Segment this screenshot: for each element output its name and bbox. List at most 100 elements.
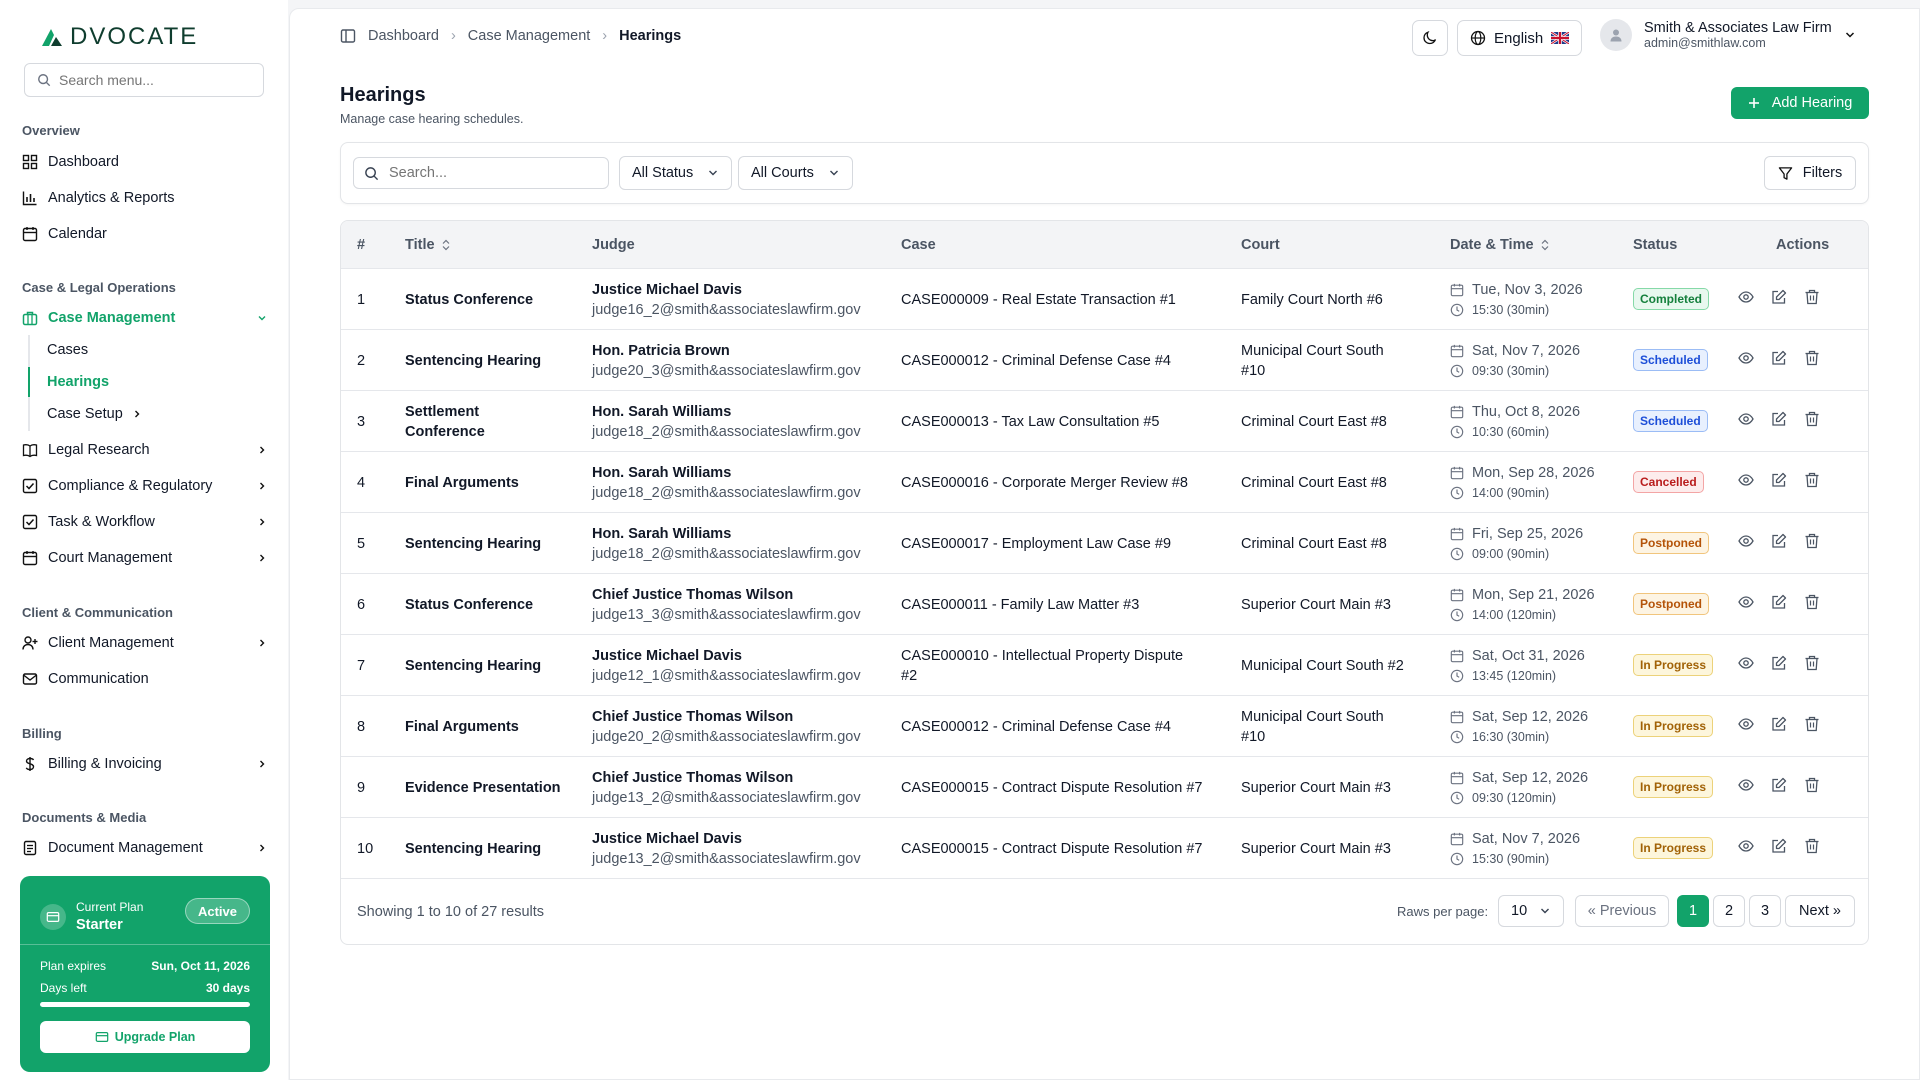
col-title[interactable]: Title — [405, 237, 451, 253]
view-icon[interactable] — [1738, 533, 1754, 549]
table-row[interactable]: 8 Final Arguments Chief Justice Thomas Wil… — [341, 696, 1868, 757]
col-date-time[interactable]: Date & Time — [1450, 237, 1550, 253]
edit-icon[interactable] — [1771, 777, 1787, 793]
delete-icon[interactable] — [1804, 350, 1820, 366]
view-icon[interactable] — [1738, 594, 1754, 610]
delete-icon[interactable] — [1804, 594, 1820, 610]
delete-icon[interactable] — [1804, 655, 1820, 671]
next-page-button[interactable]: Next » — [1785, 895, 1855, 927]
delete-icon[interactable] — [1804, 289, 1820, 305]
breadcrumb-case-management[interactable]: Case Management — [468, 28, 591, 44]
nav-communication[interactable]: Communication — [22, 665, 268, 693]
page-1-button[interactable]: 1 — [1677, 895, 1709, 927]
sub-item-cases[interactable]: Cases — [47, 338, 88, 362]
breadcrumb-dashboard[interactable]: Dashboard — [368, 28, 439, 44]
table-row[interactable]: 6 Status Conference Chief Justice Thomas W… — [341, 574, 1868, 635]
chevron-right-icon — [260, 554, 265, 562]
table-row[interactable]: 5 Sentencing Hearing Hon. Sarah Williams ju… — [341, 513, 1868, 574]
nav-calendar[interactable]: Calendar — [22, 220, 268, 248]
delete-icon[interactable] — [1804, 472, 1820, 488]
edit-icon[interactable] — [1771, 594, 1787, 610]
court-name-line: Municipal Court South — [1241, 342, 1384, 359]
add-hearing-button[interactable]: Add Hearing — [1731, 87, 1869, 119]
upgrade-plan-button[interactable]: Upgrade Plan — [40, 1021, 250, 1053]
nav-task-workflow[interactable]: Task & Workflow — [22, 508, 268, 536]
view-icon[interactable] — [1738, 716, 1754, 732]
section-billing: Billing — [22, 726, 62, 741]
user-menu[interactable]: Smith & Associates Law Firm admin@smithl… — [1600, 19, 1856, 51]
status-filter-select[interactable]: All Status — [619, 156, 733, 190]
view-icon[interactable] — [1738, 472, 1754, 488]
search-input[interactable] — [389, 165, 589, 181]
delete-icon[interactable] — [1804, 777, 1820, 793]
sidebar: DVOCATE Overview Dashboard Analytics & R… — [0, 0, 288, 1080]
view-icon[interactable] — [1738, 777, 1754, 793]
edit-icon[interactable] — [1771, 472, 1787, 488]
page-2-button[interactable]: 2 — [1713, 895, 1745, 927]
sidebar-search[interactable] — [24, 63, 264, 97]
sidebar-toggle-icon[interactable] — [340, 28, 356, 44]
cell-judge: Chief Justice Thomas Wilson judge13_3@smi… — [592, 574, 861, 635]
edit-icon[interactable] — [1771, 411, 1787, 427]
nav-client-management[interactable]: Client Management — [22, 629, 268, 657]
view-icon[interactable] — [1738, 289, 1754, 305]
judge-email: judge18_2@smith&associateslawfirm.gov — [592, 484, 861, 501]
table-row[interactable]: 3 Settlement Conference Hon. Sarah Williams… — [341, 391, 1868, 452]
view-icon[interactable] — [1738, 411, 1754, 427]
table-row[interactable]: 1 Status Conference Justice Michael Davis j… — [341, 269, 1868, 330]
nav-court-management[interactable]: Court Management — [22, 544, 268, 572]
cell-judge: Hon. Sarah Williams judge18_2@smith&assoc… — [592, 513, 861, 574]
book-open-icon — [22, 444, 38, 458]
chevron-right-icon — [260, 446, 265, 454]
page-3-button[interactable]: 3 — [1749, 895, 1781, 927]
theme-toggle-button[interactable] — [1412, 20, 1448, 56]
view-icon[interactable] — [1738, 350, 1754, 366]
judge-info: Justice Michael Davis judge13_2@smith&ass… — [592, 829, 861, 869]
view-icon[interactable] — [1738, 655, 1754, 671]
nav-legal-research[interactable]: Legal Research — [22, 436, 268, 464]
sidebar-search-input[interactable] — [59, 72, 249, 88]
view-icon[interactable] — [1738, 838, 1754, 854]
language-selector[interactable]: English — [1457, 20, 1583, 56]
hearing-title-line: Status Conference — [405, 291, 534, 308]
nav-analytics[interactable]: Analytics & Reports — [22, 184, 268, 212]
edit-icon[interactable] — [1771, 655, 1787, 671]
edit-icon[interactable] — [1771, 289, 1787, 305]
court-name-wrap: Municipal Court South #10 — [1241, 707, 1384, 747]
court-filter-select[interactable]: All Courts — [738, 156, 853, 190]
sub-item-case-setup[interactable]: Case Setup — [47, 402, 143, 426]
previous-page-button[interactable]: « Previous — [1575, 895, 1669, 927]
cell-case: CASE000015 - Contract Dispute Resolution… — [901, 757, 1221, 818]
search-box[interactable] — [353, 157, 609, 189]
cell-date-time: Sat, Nov 7, 2026 15:30 (90min) — [1450, 818, 1580, 879]
table-row[interactable]: 9 Evidence Presentation Chief Justice Thom… — [341, 757, 1868, 818]
edit-icon[interactable] — [1771, 716, 1787, 732]
edit-icon[interactable] — [1771, 350, 1787, 366]
nav-communication-label: Communication — [48, 671, 149, 687]
filters-button[interactable]: Filters — [1764, 156, 1856, 190]
hearing-title-wrap: Final Arguments — [405, 717, 519, 737]
rows-per-page-select[interactable]: 10 — [1498, 895, 1564, 927]
nav-document-management[interactable]: Document Management — [22, 834, 268, 862]
delete-icon[interactable] — [1804, 838, 1820, 854]
delete-icon[interactable] — [1804, 411, 1820, 427]
nav-dashboard[interactable]: Dashboard — [22, 148, 268, 176]
cell-case: CASE000013 - Tax Law Consultation #5 — [901, 391, 1221, 452]
table-row[interactable]: 4 Final Arguments Hon. Sarah Williams judge… — [341, 452, 1868, 513]
nav-compliance[interactable]: Compliance & Regulatory — [22, 472, 268, 500]
hearing-title-line: Final Arguments — [405, 474, 519, 491]
table-row[interactable]: 10 Sentencing Hearing Justice Michael Davi… — [341, 818, 1868, 879]
edit-icon[interactable] — [1771, 838, 1787, 854]
section-documents-media: Documents & Media — [22, 810, 147, 825]
chevron-down-icon — [1541, 908, 1549, 914]
mail-icon — [22, 673, 38, 685]
app-logo[interactable]: DVOCATE — [40, 23, 198, 50]
nav-billing-invoicing[interactable]: Billing & Invoicing — [22, 750, 268, 778]
sub-item-hearings[interactable]: Hearings — [47, 370, 109, 394]
delete-icon[interactable] — [1804, 533, 1820, 549]
nav-case-management[interactable]: Case Management — [22, 304, 268, 332]
table-row[interactable]: 2 Sentencing Hearing Hon. Patricia Brown ju… — [341, 330, 1868, 391]
delete-icon[interactable] — [1804, 716, 1820, 732]
edit-icon[interactable] — [1771, 533, 1787, 549]
table-row[interactable]: 7 Sentencing Hearing Justice Michael Davis… — [341, 635, 1868, 696]
